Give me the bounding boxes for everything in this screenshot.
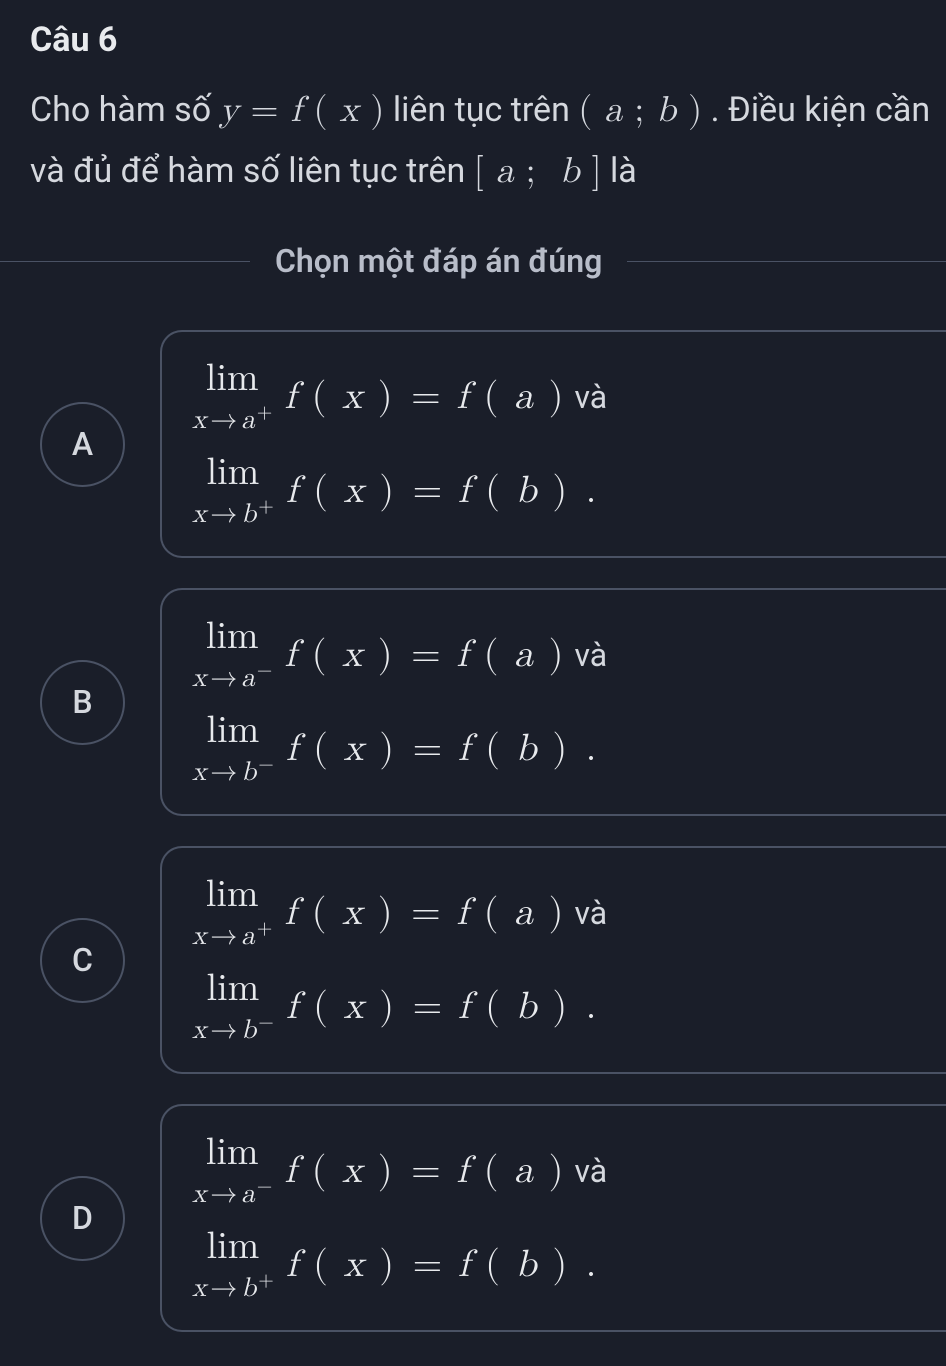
qtext-part2: liên tục trên bbox=[384, 90, 578, 130]
option-content-c[interactable]: lim x→a+ f ( x ) = f ( a )và lim x→b− f … bbox=[160, 846, 946, 1074]
option-content-a[interactable]: lim x→a+ f ( x ) = f ( a )và lim x→b+ f … bbox=[160, 330, 946, 558]
option-letter-b[interactable]: B bbox=[40, 660, 125, 745]
option-d-line1: lim x→a− f ( x ) = f ( a )và bbox=[192, 1134, 916, 1208]
option-b-line1: lim x→a− f ( x ) = f ( a )và bbox=[192, 618, 916, 692]
instruction-row: Chọn một đáp án đúng bbox=[30, 242, 946, 280]
divider-line bbox=[627, 261, 946, 262]
option-c[interactable]: C lim x→a+ f ( x ) = f ( a )và lim x→b− … bbox=[40, 846, 946, 1074]
option-d-line2: lim x→b+ f ( x ) = f ( b ) . bbox=[192, 1228, 916, 1302]
option-d[interactable]: D lim x→a− f ( x ) = f ( a )và lim x→b+ … bbox=[40, 1104, 946, 1332]
qmath-3: [ a ; b ] bbox=[474, 153, 602, 189]
option-a[interactable]: A lim x→a+ f ( x ) = f ( a )và lim x→b+ … bbox=[40, 330, 946, 558]
qtext-part1: Cho hàm số bbox=[30, 90, 220, 130]
option-c-line2: lim x→b− f ( x ) = f ( b ) . bbox=[192, 970, 916, 1044]
option-letter-d[interactable]: D bbox=[40, 1176, 125, 1261]
option-content-b[interactable]: lim x→a− f ( x ) = f ( a )và lim x→b− f … bbox=[160, 588, 946, 816]
option-b-line2: lim x→b− f ( x ) = f ( b ) . bbox=[192, 712, 916, 786]
qmath-2: ( a ; b ) bbox=[578, 92, 702, 128]
option-letter-a[interactable]: A bbox=[40, 402, 125, 487]
qmath-1: y = f ( x ) bbox=[220, 92, 385, 128]
option-letter-c[interactable]: C bbox=[40, 918, 125, 1003]
option-c-line1: lim x→a+ f ( x ) = f ( a )và bbox=[192, 876, 916, 950]
question-text: Cho hàm số y = f ( x ) liên tục trên ( a… bbox=[30, 80, 946, 202]
option-content-d[interactable]: lim x→a− f ( x ) = f ( a )và lim x→b+ f … bbox=[160, 1104, 946, 1332]
option-a-line2: lim x→b+ f ( x ) = f ( b ) . bbox=[192, 454, 916, 528]
options-container: A lim x→a+ f ( x ) = f ( a )và lim x→b+ … bbox=[30, 330, 946, 1332]
instruction-text: Chọn một đáp án đúng bbox=[250, 242, 627, 280]
divider-line bbox=[0, 261, 250, 262]
option-b[interactable]: B lim x→a− f ( x ) = f ( a )và lim x→b− … bbox=[40, 588, 946, 816]
option-a-line1: lim x→a+ f ( x ) = f ( a )và bbox=[192, 360, 916, 434]
qtext-part4: là bbox=[602, 151, 637, 191]
question-number: Câu 6 bbox=[30, 20, 946, 60]
